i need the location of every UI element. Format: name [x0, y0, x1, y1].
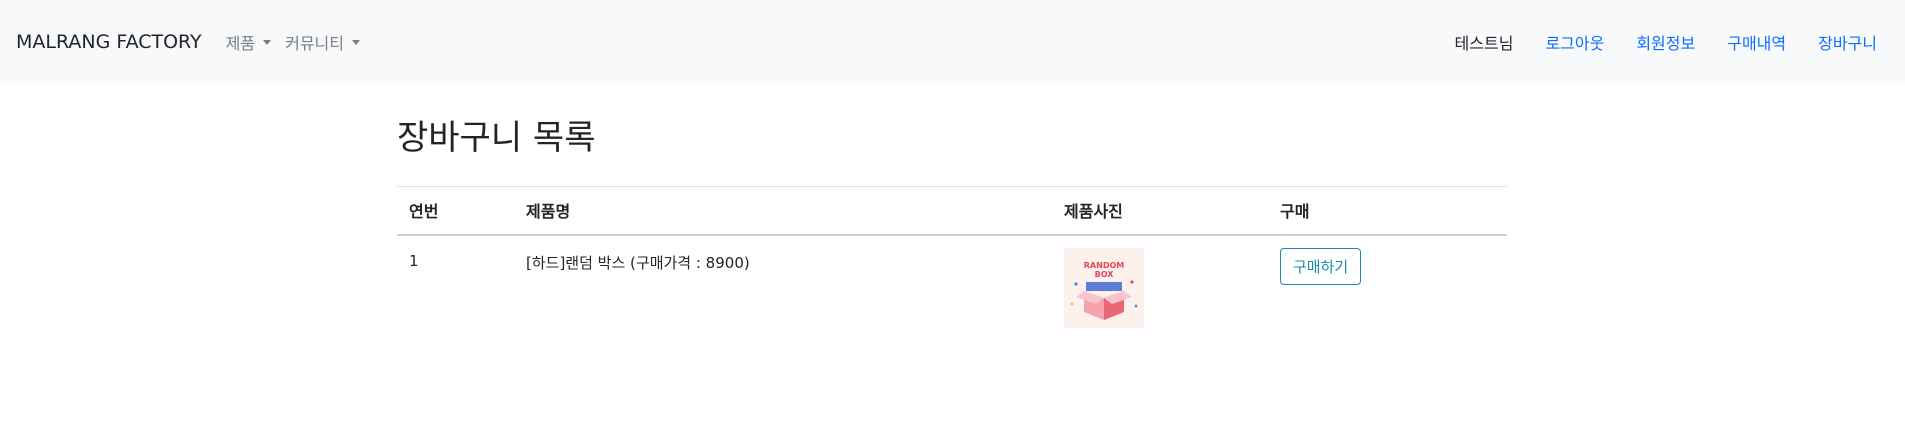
header-product-photo: 제품사진 [1064, 202, 1123, 222]
buy-button[interactable]: 구매하기 [1280, 247, 1362, 285]
top-navbar: MALRANG FACTORY 제품 커뮤니티 테스트님 로그아웃 회원정보 구… [0, 0, 1905, 84]
random-box-image-text-1: RANDOM [1084, 261, 1124, 270]
row-no: 1 [409, 251, 419, 270]
brand-link[interactable]: MALRANG FACTORY [16, 31, 202, 53]
header-buy: 구매 [1280, 202, 1310, 222]
caret-down-icon [352, 39, 360, 45]
cart-table: 연번 제품명 제품사진 구매 1 [하드]랜덤 박스 (구매가격 : 8900)… [397, 186, 1507, 344]
table-header-row: 연번 제품명 제품사진 구매 [397, 186, 1507, 235]
header-no: 연번 [409, 202, 439, 222]
random-box-image-text-2: BOX [1095, 270, 1115, 279]
row-product-photo-cell: RANDOM BOX [1052, 235, 1268, 344]
user-greeting: 테스트님 [1454, 34, 1514, 53]
products-dropdown[interactable]: 제품 [225, 30, 272, 54]
row-buy-cell: 구매하기 [1268, 235, 1507, 344]
cart-link[interactable]: 장바구니 [1818, 30, 1877, 54]
table-row: 1 [하드]랜덤 박스 (구매가격 : 8900) RANDOM BOX 구매하… [397, 235, 1507, 344]
community-dropdown-label: 커뮤니티 [285, 34, 344, 53]
main-container: 장바구니 목록 연번 제품명 제품사진 구매 1 [하드]랜덤 박스 (구매가격… [397, 84, 1507, 344]
random-box-image: RANDOM BOX [1064, 247, 1144, 328]
header-product-name: 제품명 [526, 202, 571, 222]
nav-left: MALRANG FACTORY 제품 커뮤니티 [16, 30, 374, 54]
row-product-name: [하드]랜덤 박스 (구매가격 : 8900) [526, 253, 750, 272]
page-title: 장바구니 목록 [397, 118, 596, 158]
nav-right: 테스트님 로그아웃 회원정보 구매내역 장바구니 [1455, 30, 1889, 54]
community-dropdown[interactable]: 커뮤니티 [285, 30, 360, 54]
caret-down-icon [263, 39, 272, 45]
logout-link[interactable]: 로그아웃 [1545, 30, 1604, 54]
products-dropdown-label: 제품 [225, 34, 256, 53]
member-info-link[interactable]: 회원정보 [1636, 30, 1695, 54]
purchase-history-link[interactable]: 구매내역 [1727, 30, 1786, 54]
